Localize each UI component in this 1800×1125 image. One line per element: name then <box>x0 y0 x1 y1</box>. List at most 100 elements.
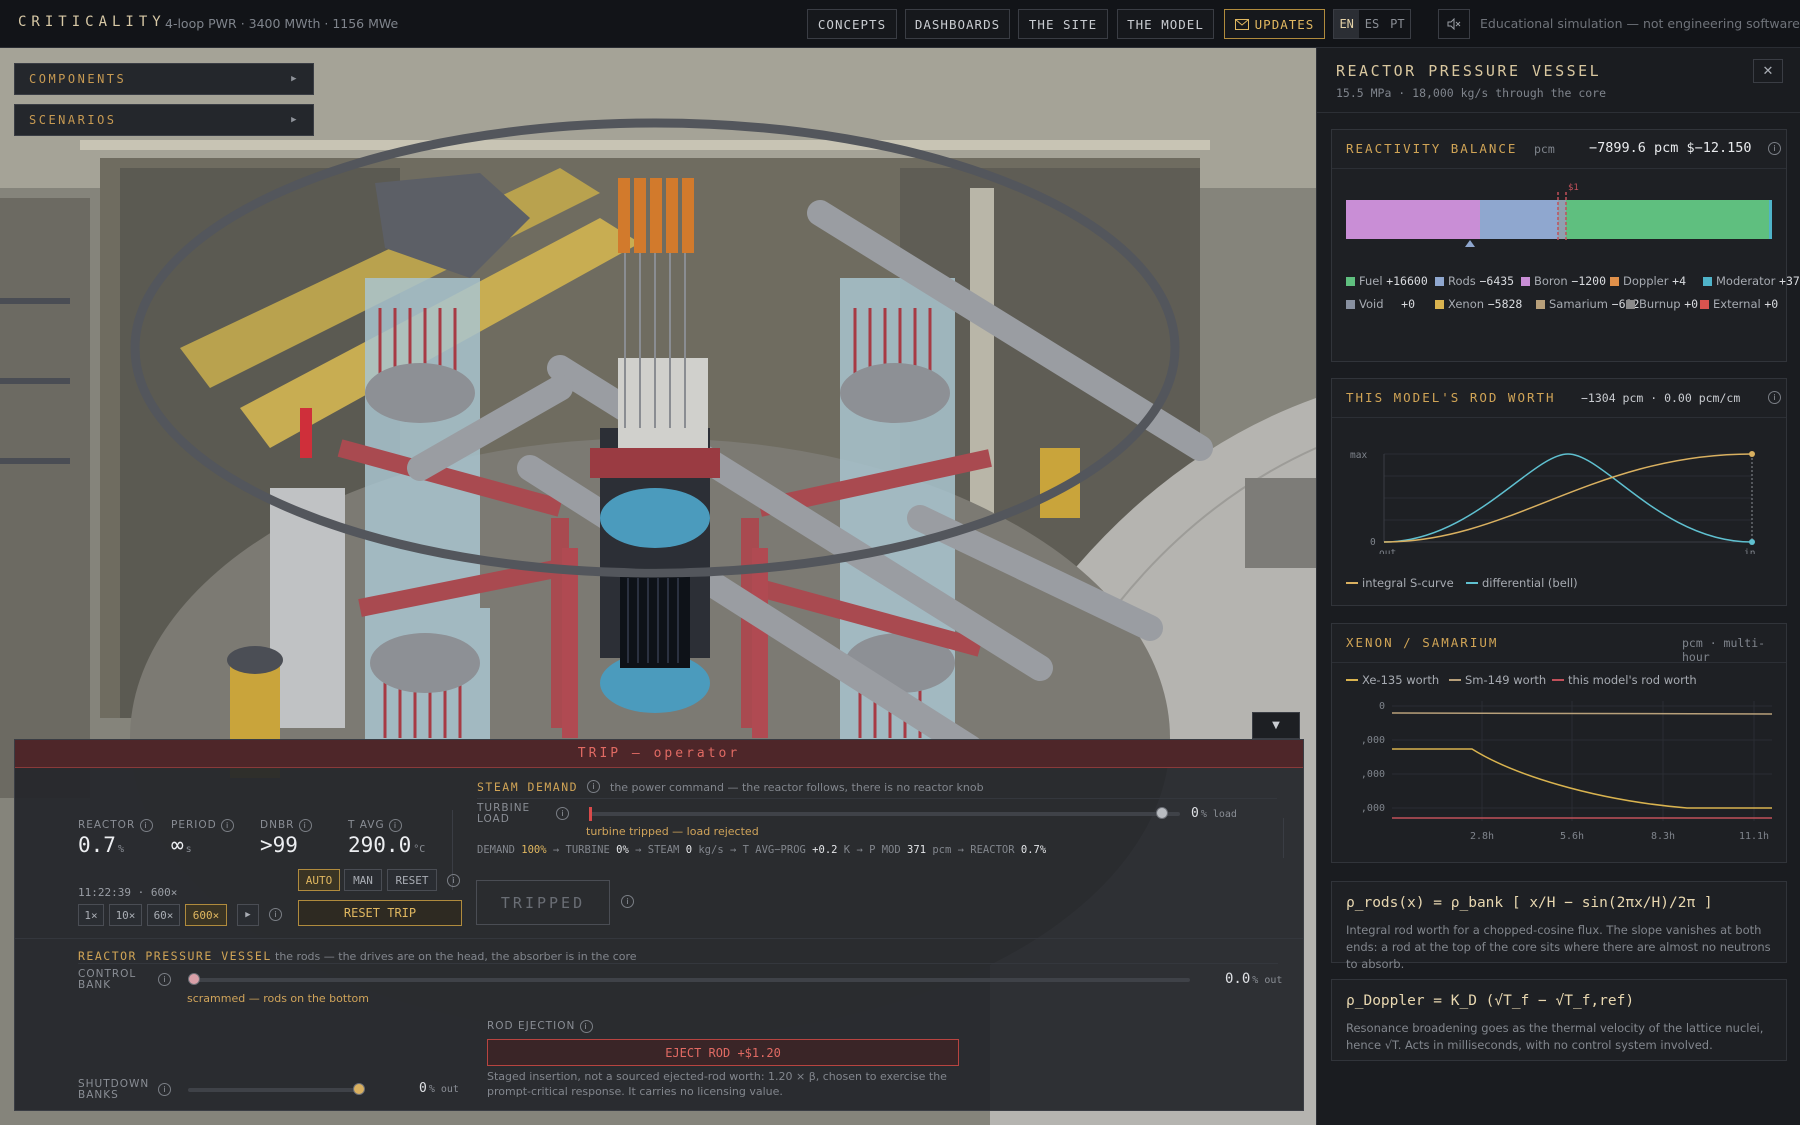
info-icon[interactable]: i <box>556 807 569 820</box>
plant-subtitle: 4-loop PWR · 3400 MWth · 1156 MWe <box>165 16 399 31</box>
nav-dashboards-button[interactable]: DASHBOARDS <box>905 9 1010 39</box>
period-value: ∞ s <box>171 833 192 857</box>
rod-worth-formula-card: ρ_rods(x) = ρ_bank [ x/H − sin(2πx/H)/2π… <box>1331 881 1787 971</box>
speed-60x-button[interactable]: 60× <box>147 904 180 926</box>
rod-ejection-desc-2: prompt-critical response. It carries no … <box>487 1085 783 1098</box>
legend-moderator: Moderator +371 <box>1703 274 1800 288</box>
xe135-line <box>1392 748 1772 809</box>
rod-worth-formula-desc: Integral rod worth for a chopped-cosine … <box>1346 923 1771 971</box>
y-tick-3: ,000 <box>1361 803 1385 814</box>
lang-pt-button[interactable]: PT <box>1385 10 1410 38</box>
sim-clock: 11:22:39 · 600× <box>78 886 178 899</box>
mode-reset-button[interactable]: RESET <box>387 869 437 891</box>
eject-rod-button[interactable]: EJECT ROD +$1.20 <box>487 1039 959 1066</box>
reset-trip-button[interactable]: RESET TRIP <box>298 900 462 926</box>
close-sidebar-button[interactable]: ✕ <box>1753 59 1783 83</box>
info-icon[interactable]: i <box>221 819 235 832</box>
t-avg-value: 290.0 °C <box>348 833 426 857</box>
legend-external: External +0 <box>1700 297 1778 311</box>
divider <box>15 938 1303 939</box>
lang-en-button[interactable]: EN <box>1334 10 1360 38</box>
chevron-right-icon: ▶ <box>291 74 299 84</box>
info-icon[interactable]: i <box>139 819 153 832</box>
info-icon[interactable]: i <box>1768 142 1781 155</box>
scenarios-accordion-label: SCENARIOS <box>29 113 117 127</box>
speed-600x-button[interactable]: 600× <box>185 904 227 926</box>
control-panel: TRIP — operator REACTOR i 0.7% PERIOD i … <box>14 739 1304 1111</box>
info-icon[interactable]: i <box>587 780 600 793</box>
legend-samarium: Samarium −612 <box>1536 297 1639 311</box>
info-icon[interactable]: i <box>158 1083 171 1096</box>
components-accordion[interactable]: COMPONENTS ▶ <box>14 63 314 95</box>
divider <box>1332 168 1786 169</box>
mode-auto-button[interactable]: AUTO <box>298 869 340 891</box>
dnbr-value: >99 <box>260 833 298 857</box>
x-tick-out: out <box>1379 548 1396 554</box>
y-tick-0: 0 <box>1379 701 1385 712</box>
scenarios-accordion[interactable]: SCENARIOS ▶ <box>14 104 314 136</box>
dollar-marker-label: $1 <box>1568 183 1579 193</box>
xenon-samarium-title: XENON / SAMARIUM <box>1346 635 1499 650</box>
info-icon[interactable]: i <box>388 819 402 832</box>
info-icon[interactable]: i <box>269 908 282 921</box>
turbine-status: turbine tripped — load rejected <box>586 825 759 838</box>
reactivity-unit: pcm <box>1534 142 1555 156</box>
speed-1x-button[interactable]: 1× <box>78 904 104 926</box>
mute-button[interactable] <box>1438 9 1470 39</box>
mode-man-button[interactable]: MAN <box>344 869 382 891</box>
xenon-samarium-card: XENON / SAMARIUM pcm · multi-hour Xe-135… <box>1331 623 1787 863</box>
turbine-load-slider-thumb[interactable] <box>1156 807 1168 819</box>
nav-concepts-button[interactable]: CONCEPTS <box>807 9 897 39</box>
speed-10x-button[interactable]: 10× <box>109 904 142 926</box>
info-icon[interactable]: i <box>158 973 171 986</box>
panel-collapse-button[interactable]: ▼ <box>1252 712 1300 739</box>
steam-chain-readout: DEMAND 100% → TURBINE 0% → STEAM 0 kg/s … <box>477 844 1047 856</box>
period-label: PERIOD i <box>171 819 235 832</box>
nav-the-site-button[interactable]: THE SITE <box>1018 9 1108 39</box>
y-tick-1: ,000 <box>1361 735 1385 746</box>
net-reactivity-pointer <box>1465 240 1475 247</box>
shutdown-banks-slider-thumb[interactable] <box>353 1083 365 1095</box>
info-icon[interactable]: i <box>447 874 460 887</box>
sidebar-subtitle: 15.5 MPa · 18,000 kg/s through the core <box>1336 86 1607 100</box>
doppler-formula-desc: Resonance broadening goes as the thermal… <box>1346 1021 1764 1052</box>
updates-button[interactable]: UPDATES <box>1224 9 1325 39</box>
info-icon[interactable]: i <box>621 895 634 908</box>
info-icon[interactable]: i <box>579 1020 593 1033</box>
legend-fuel: Fuel +16600 <box>1346 274 1428 288</box>
control-bank-label: CONTROL BANK <box>78 968 137 991</box>
rpv-section-desc: the rods — the drives are on the head, t… <box>275 950 637 963</box>
turbine-load-slider-track[interactable] <box>590 812 1180 816</box>
moderator-bar-segment <box>1769 200 1772 239</box>
shutdown-banks-slider-track[interactable] <box>188 1088 363 1092</box>
steam-demand-desc: the power command — the reactor follows,… <box>610 781 984 794</box>
sm149-line <box>1391 712 1773 715</box>
reactivity-balance-title: REACTIVITY BALANCE <box>1346 141 1518 156</box>
divider <box>1332 417 1786 418</box>
component-sidebar: REACTOR PRESSURE VESSEL 15.5 MPa · 18,00… <box>1316 48 1800 1125</box>
lang-es-button[interactable]: ES <box>1359 10 1384 38</box>
reactor-power-value: 0.7% <box>78 833 124 857</box>
disclaimer-text: Educational simulation — not engineering… <box>1480 16 1800 31</box>
info-icon[interactable]: i <box>1768 391 1781 404</box>
rpv-section-title: REACTOR PRESSURE VESSEL <box>78 949 272 963</box>
play-button[interactable]: ▶ <box>237 904 259 926</box>
rods-bar-segment <box>1480 200 1558 239</box>
y-tick-2: ,000 <box>1361 769 1385 780</box>
x-tick-2: 8.3h <box>1651 831 1675 842</box>
nav-the-model-button[interactable]: THE MODEL <box>1117 9 1214 39</box>
speaker-muted-icon <box>1447 18 1461 30</box>
info-icon[interactable]: i <box>298 819 312 832</box>
divider <box>78 963 1278 964</box>
control-bank-slider-track[interactable] <box>188 978 1190 982</box>
t-avg-label: T AVG i <box>348 819 402 832</box>
rod-worth-title: THIS MODEL'S ROD WORTH <box>1346 390 1556 405</box>
rod-ejection-desc-1: Staged insertion, not a sourced ejected-… <box>487 1070 947 1083</box>
dnbr-label: DNBR i <box>260 819 312 832</box>
y-tick-zero: 0 <box>1370 537 1376 548</box>
tripped-indicator: TRIPPED <box>476 880 610 925</box>
components-accordion-label: COMPONENTS <box>29 72 127 86</box>
rod-ejection-title: ROD EJECTION i <box>487 1020 593 1033</box>
control-bank-slider-thumb[interactable] <box>188 973 200 985</box>
x-tick-in: in <box>1744 548 1755 554</box>
